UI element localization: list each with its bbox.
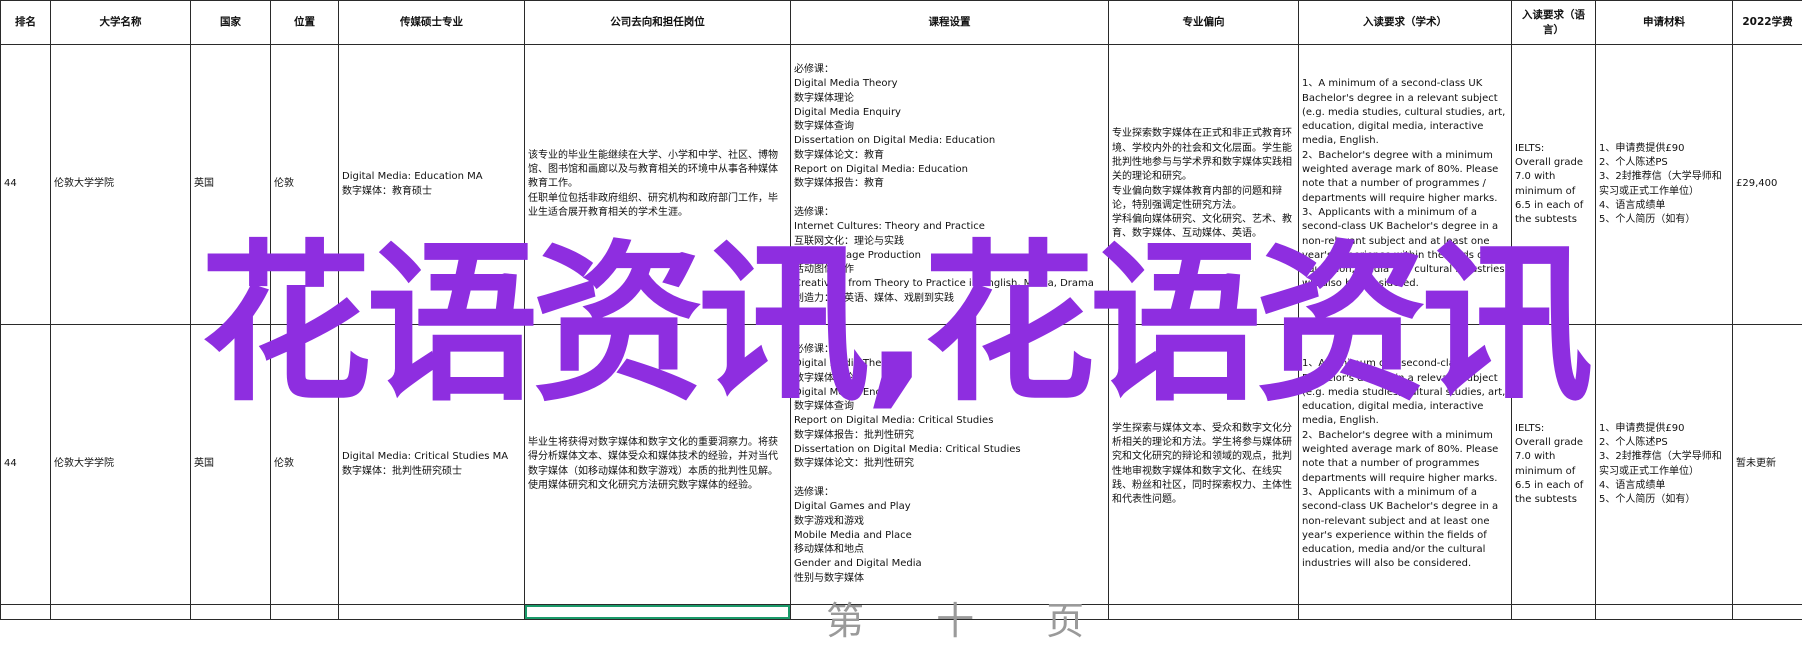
cell-empty[interactable] <box>1109 605 1299 620</box>
cell-language-req[interactable]: IELTS: Overall grade 7.0 with minimum of… <box>1512 45 1596 325</box>
selected-cell[interactable] <box>525 605 791 620</box>
cell-courses[interactable]: 必修课： Digital Media Theory 数字媒体理论 Digital… <box>791 325 1109 605</box>
cell-empty[interactable] <box>1 605 51 620</box>
spreadsheet: 排名 大学名称 国家 位置 传媒硕士专业 公司去向和担任岗位 课程设置 专业偏向… <box>0 0 1802 613</box>
cell-focus[interactable]: 专业探索数字媒体在正式和非正式教育环境、学校内外的社会和文化层面。学生能批判性地… <box>1109 45 1299 325</box>
cell-location[interactable]: 伦敦 <box>271 45 339 325</box>
header-cell-academic-req[interactable]: 入读要求（学术） <box>1299 1 1512 45</box>
cell-empty[interactable] <box>51 605 191 620</box>
header-cell-courses[interactable]: 课程设置 <box>791 1 1109 45</box>
header-cell-rank[interactable]: 排名 <box>1 1 51 45</box>
cell-careers[interactable]: 该专业的毕业生能继续在大学、小学和中学、社区、博物馆、图书馆和画廊以及与教育相关… <box>525 45 791 325</box>
cell-location[interactable]: 伦敦 <box>271 325 339 605</box>
cell-tuition[interactable]: £29,400 <box>1733 45 1802 325</box>
cell-university[interactable]: 伦敦大学学院 <box>51 325 191 605</box>
data-table: 排名 大学名称 国家 位置 传媒硕士专业 公司去向和担任岗位 课程设置 专业偏向… <box>0 0 1802 620</box>
header-cell-university[interactable]: 大学名称 <box>51 1 191 45</box>
header-cell-focus[interactable]: 专业偏向 <box>1109 1 1299 45</box>
cell-country[interactable]: 英国 <box>191 325 271 605</box>
header-cell-location[interactable]: 位置 <box>271 1 339 45</box>
cell-careers[interactable]: 毕业生将获得对数字媒体和数字文化的重要洞察力。将获得分析媒体文本、媒体受众和媒体… <box>525 325 791 605</box>
cell-empty[interactable] <box>1596 605 1733 620</box>
cell-major[interactable]: Digital Media: Education MA 数字媒体：教育硕士 <box>339 45 525 325</box>
cell-materials[interactable]: 1、申请费提供£90 2、个人陈述PS 3、2封推荐信（大学导师和实习或正式工作… <box>1596 325 1733 605</box>
header-cell-materials[interactable]: 申请材料 <box>1596 1 1733 45</box>
table-row: 44 伦敦大学学院 英国 伦敦 Digital Media: Critical … <box>1 325 1802 605</box>
header-cell-country[interactable]: 国家 <box>191 1 271 45</box>
cell-university[interactable]: 伦敦大学学院 <box>51 45 191 325</box>
cell-empty[interactable] <box>1299 605 1512 620</box>
table-row: 44 伦敦大学学院 英国 伦敦 Digital Media: Education… <box>1 45 1802 325</box>
header-cell-language-req[interactable]: 入读要求（语言） <box>1512 1 1596 45</box>
cell-major[interactable]: Digital Media: Critical Studies MA 数字媒体：… <box>339 325 525 605</box>
header-cell-major[interactable]: 传媒硕士专业 <box>339 1 525 45</box>
header-row: 排名 大学名称 国家 位置 传媒硕士专业 公司去向和担任岗位 课程设置 专业偏向… <box>1 1 1802 45</box>
cell-empty[interactable] <box>1733 605 1802 620</box>
cell-rank[interactable]: 44 <box>1 325 51 605</box>
cell-tuition[interactable]: 暂未更新 <box>1733 325 1802 605</box>
cell-language-req[interactable]: IELTS: Overall grade 7.0 with minimum of… <box>1512 325 1596 605</box>
cell-empty[interactable] <box>1512 605 1596 620</box>
cell-empty[interactable] <box>191 605 271 620</box>
cell-rank[interactable]: 44 <box>1 45 51 325</box>
cell-empty[interactable] <box>339 605 525 620</box>
cell-focus[interactable]: 学生探索与媒体文本、受众和数字文化分析相关的理论和方法。学生将参与媒体研究和文化… <box>1109 325 1299 605</box>
header-cell-careers[interactable]: 公司去向和担任岗位 <box>525 1 791 45</box>
header-cell-tuition[interactable]: 2022学费 <box>1733 1 1802 45</box>
table-row <box>1 605 1802 620</box>
cell-materials[interactable]: 1、申请费提供£90 2、个人陈述PS 3、2封推荐信（大学导师和实习或正式工作… <box>1596 45 1733 325</box>
cell-academic-req[interactable]: 1、A minimum of a second-class UK Bachelo… <box>1299 325 1512 605</box>
cell-country[interactable]: 英国 <box>191 45 271 325</box>
cell-courses[interactable]: 必修课： Digital Media Theory 数字媒体理论 Digital… <box>791 45 1109 325</box>
cell-empty[interactable] <box>271 605 339 620</box>
cell-academic-req[interactable]: 1、A minimum of a second-class UK Bachelo… <box>1299 45 1512 325</box>
cell-empty[interactable] <box>791 605 1109 620</box>
